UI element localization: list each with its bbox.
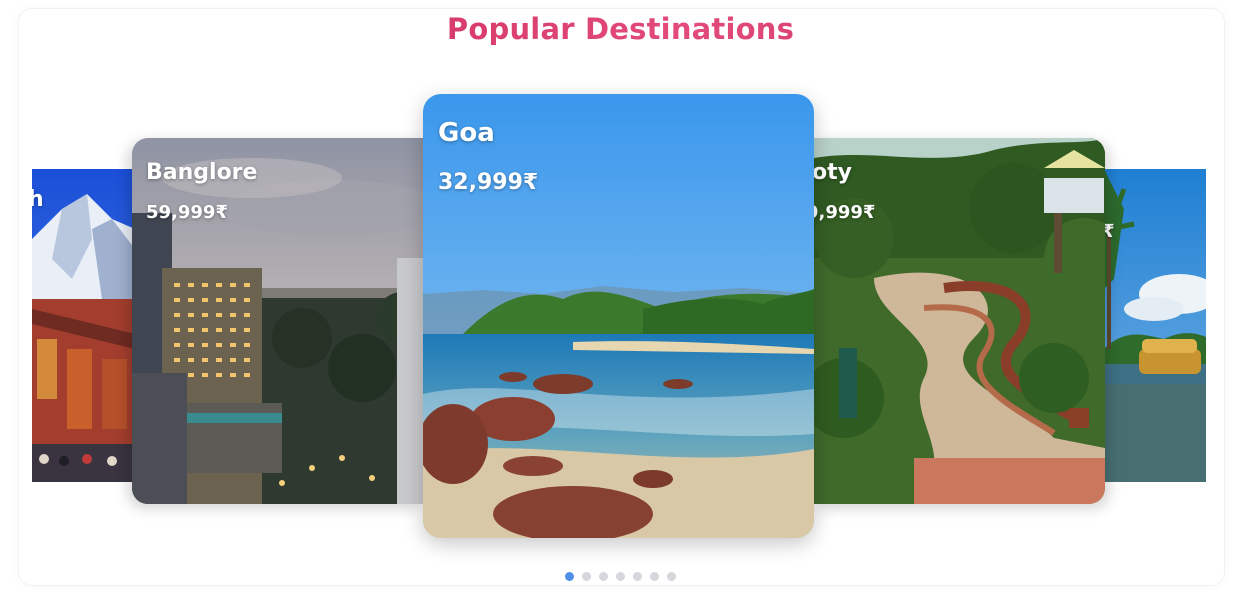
carousel-section: Popular Destinations h Banglore 59,999₹ … xyxy=(0,0,1241,592)
destination-card-ooty[interactable]: oty 9,999₹ xyxy=(814,138,1105,504)
himalaya-temple-image xyxy=(32,169,135,482)
carousel-pagination xyxy=(0,572,1241,581)
carousel-dot[interactable] xyxy=(599,572,608,581)
card-price: 32,999₹ xyxy=(438,170,539,195)
card-price: ₹ xyxy=(1104,221,1115,242)
backwater-image xyxy=(1104,169,1206,482)
section-title: Popular Destinations xyxy=(0,12,1241,46)
carousel-dot[interactable] xyxy=(565,572,574,581)
card-name: Goa xyxy=(438,118,495,148)
garden-image xyxy=(814,138,1105,504)
carousel-dot[interactable] xyxy=(633,572,642,581)
carousel-dot[interactable] xyxy=(616,572,625,581)
card-price: 9,999₹ xyxy=(814,202,876,223)
carousel-dot[interactable] xyxy=(650,572,659,581)
card-name: Banglore xyxy=(146,160,258,185)
destination-card-goa[interactable]: Goa 32,999₹ xyxy=(423,94,814,538)
destination-card-banglore[interactable]: Banglore 59,999₹ xyxy=(132,138,424,504)
card-name: oty xyxy=(814,160,852,185)
card-name: h xyxy=(32,187,44,212)
destination-card-far-left[interactable]: h xyxy=(32,169,135,482)
carousel-dot[interactable] xyxy=(582,572,591,581)
city-skyline-image xyxy=(132,138,424,504)
destination-card-far-right[interactable]: ₹ xyxy=(1104,169,1206,482)
carousel-dot[interactable] xyxy=(667,572,676,581)
beach-image xyxy=(423,94,814,538)
card-price: 59,999₹ xyxy=(146,202,228,223)
